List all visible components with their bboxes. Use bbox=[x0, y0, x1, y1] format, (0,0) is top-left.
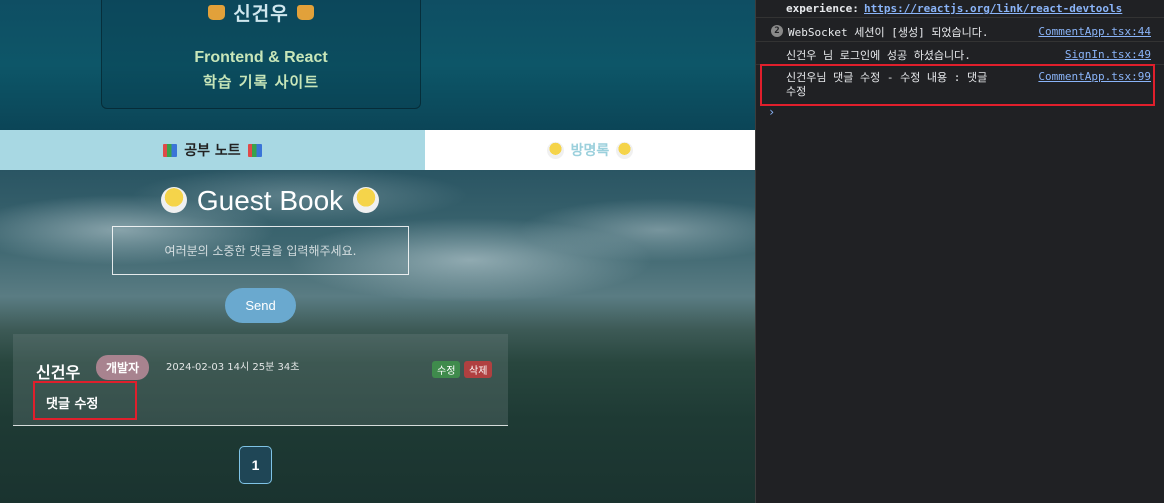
guestbook-title-row: Guest Book bbox=[0, 185, 540, 217]
console-prompt-icon[interactable]: › bbox=[768, 105, 775, 119]
books-icon bbox=[163, 143, 178, 157]
comment-item: 신건우 개발자 2024-02-03 14시 25분 34초 수정 삭제 댓글 … bbox=[13, 334, 508, 426]
profile-card: 신건우 Frontend & React 학습 기록 사이트 bbox=[101, 0, 421, 109]
send-button[interactable]: Send bbox=[225, 288, 296, 323]
tab-study-notes[interactable]: 공부 노트 bbox=[0, 130, 425, 170]
hero-header: 신건우 Frontend & React 학습 기록 사이트 bbox=[0, 0, 755, 130]
profile-name-row: 신건우 bbox=[102, 0, 420, 26]
money-bag-icon bbox=[208, 5, 226, 20]
hatching-chick-icon bbox=[160, 186, 187, 213]
page-button[interactable]: 1 bbox=[239, 446, 272, 484]
money-bag-icon bbox=[296, 5, 314, 20]
site-description: 학습 기록 사이트 bbox=[202, 73, 320, 91]
guestbook-title: Guest Book bbox=[196, 185, 344, 216]
books-icon bbox=[247, 143, 262, 157]
console-message: 신건우 님 로그인에 성공 하셨습니다. SignIn.tsx:49 bbox=[756, 42, 1164, 65]
hatching-chick-icon bbox=[546, 141, 564, 159]
tab-label: 방명록 bbox=[570, 143, 610, 159]
comment-timestamp: 2024-02-03 14시 25분 34초 bbox=[166, 362, 300, 373]
tab-guestbook[interactable]: 방명록 bbox=[425, 130, 755, 170]
delete-button[interactable]: 삭제 bbox=[464, 361, 493, 378]
tab-label: 공부 노트 bbox=[184, 143, 241, 159]
role-badge: 개발자 bbox=[96, 355, 150, 380]
hatching-chick-icon bbox=[353, 186, 380, 213]
site-subtitle: Frontend & React bbox=[194, 49, 328, 66]
console-message: experience: https://reactjs.org/link/rea… bbox=[756, 0, 1164, 18]
comment-author: 신건우 bbox=[36, 363, 81, 382]
console-text: WebSocket 세션이 [생성] 되었습니다. bbox=[788, 26, 989, 39]
console-text: experience: bbox=[786, 2, 859, 15]
comment-input[interactable] bbox=[112, 226, 409, 275]
console-text: 신건우 님 로그인에 성공 하셨습니다. bbox=[786, 49, 971, 62]
source-link[interactable]: SignIn.tsx:49 bbox=[1065, 48, 1151, 61]
edit-button[interactable]: 수정 bbox=[432, 361, 461, 378]
profile-name: 신건우 bbox=[233, 3, 289, 25]
devtools-link[interactable]: https://reactjs.org/link/react-devtools bbox=[864, 2, 1122, 15]
app-area: 신건우 Frontend & React 학습 기록 사이트 공부 노트 방명록… bbox=[0, 0, 755, 503]
source-link[interactable]: CommentApp.tsx:44 bbox=[1038, 25, 1151, 38]
comment-body: 댓글 수정 bbox=[33, 381, 137, 420]
console-message: 2 WebSocket 세션이 [생성] 되었습니다. CommentApp.t… bbox=[756, 19, 1164, 42]
tab-bar: 공부 노트 방명록 bbox=[0, 130, 755, 170]
hatching-chick-icon bbox=[616, 141, 634, 159]
highlight-box bbox=[760, 64, 1155, 106]
repeat-count-badge: 2 bbox=[771, 25, 783, 37]
